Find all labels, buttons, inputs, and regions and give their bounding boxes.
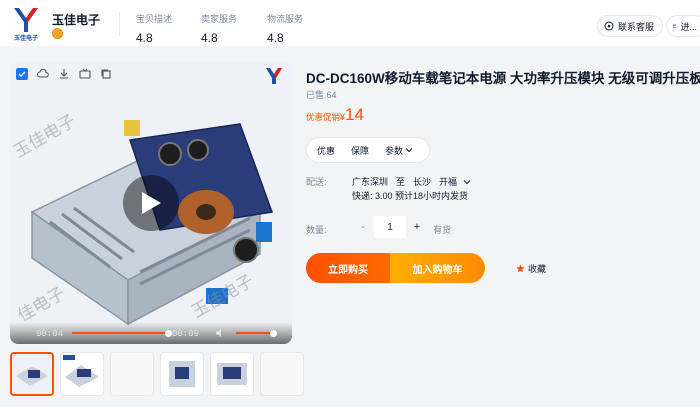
thumbnail-item[interactable]: [260, 352, 304, 396]
check-badge-icon[interactable]: [16, 68, 28, 80]
thumbnail-strip: [10, 352, 304, 396]
volume-icon[interactable]: [215, 328, 225, 338]
shop-name[interactable]: 玉佳电子: [52, 11, 100, 28]
ship-from: 广东深圳: [352, 177, 389, 187]
cloud-icon[interactable]: [37, 68, 49, 80]
chevron-down-icon: [463, 179, 471, 184]
promo-label: 优惠促销: [306, 112, 341, 122]
quantity-plus-button[interactable]: +: [406, 216, 428, 238]
star-icon: [516, 264, 525, 273]
product-title: DC-DC160W移动车载笔记本电源 大功率升压模块 无级可调升压板: [306, 71, 700, 86]
play-icon: [142, 192, 161, 214]
thumbnail-item[interactable]: [110, 352, 154, 396]
info-tabs: 优惠 保障 参数: [306, 137, 430, 163]
video-current-time: 00:04: [36, 329, 64, 339]
shop-header: 玉佳电子 玉佳电子 宝贝描述 4.8 卖家服务 4.8 物流服务 4.8 联系客…: [0, 0, 700, 46]
shop-level-badge-icon: [52, 28, 63, 39]
header-divider: [119, 12, 120, 36]
thumbnail-item[interactable]: [10, 352, 54, 396]
thumbnail-item[interactable]: [160, 352, 204, 396]
enter-shop-button[interactable]: 进...: [666, 15, 700, 37]
sold-count: 已售 64: [306, 90, 337, 100]
video-progress-handle[interactable]: [165, 330, 172, 337]
thumbnail-item[interactable]: [210, 352, 254, 396]
play-button[interactable]: [123, 175, 179, 231]
volume-slider[interactable]: [236, 332, 272, 334]
quantity-label: 数量:: [306, 225, 327, 235]
video-progress-bar[interactable]: [72, 332, 168, 334]
download-icon[interactable]: [58, 68, 70, 80]
tv-icon[interactable]: [79, 68, 91, 80]
score-service: 卖家服务 4.8: [201, 14, 238, 45]
video-total-time: 00:09: [172, 329, 200, 339]
chevron-down-icon: [405, 148, 413, 153]
add-to-cart-button[interactable]: 加入购物车: [390, 253, 485, 283]
contact-service-button[interactable]: 联系客服: [597, 15, 664, 37]
shipping-route: 广东深圳 至 长沙 开福: [352, 175, 471, 188]
quantity-stepper: - 1 +: [352, 216, 428, 238]
buy-now-button[interactable]: 立即购买: [306, 253, 390, 283]
volume-handle[interactable]: [270, 330, 277, 337]
product-video-player[interactable]: 玉佳电子 佳电子 玉佳电子 00:04 00:09: [10, 62, 292, 344]
ship-district-select[interactable]: 开福: [439, 175, 471, 188]
shipping-detail: 快递: 3.00 预计18小时内发货: [352, 191, 469, 201]
headset-icon: [604, 21, 614, 31]
ship-to-word: 至: [396, 177, 406, 187]
copy-icon[interactable]: [100, 68, 112, 80]
shipping-label: 配送:: [306, 177, 327, 187]
shop-logo[interactable]: 玉佳电子: [12, 6, 40, 42]
score-logistics: 物流服务 4.8: [267, 14, 304, 45]
favorite-button[interactable]: 收藏: [516, 262, 546, 275]
quantity-minus-button[interactable]: -: [352, 216, 374, 238]
tab-discount[interactable]: 优惠: [317, 144, 335, 157]
gallery-toolbar: [16, 68, 112, 80]
product-price: ¥14: [340, 105, 364, 124]
quantity-input[interactable]: 1: [374, 216, 406, 238]
stock-status: 有货: [433, 225, 452, 235]
shop-icon: [673, 24, 677, 28]
svg-text:玉佳电子: 玉佳电子: [14, 34, 38, 42]
thumbnail-item[interactable]: [60, 352, 104, 396]
tab-guarantee[interactable]: 保障: [351, 144, 369, 157]
ship-to[interactable]: 长沙: [413, 175, 431, 188]
score-description: 宝贝描述 4.8: [136, 14, 173, 45]
tab-params[interactable]: 参数: [385, 144, 413, 157]
